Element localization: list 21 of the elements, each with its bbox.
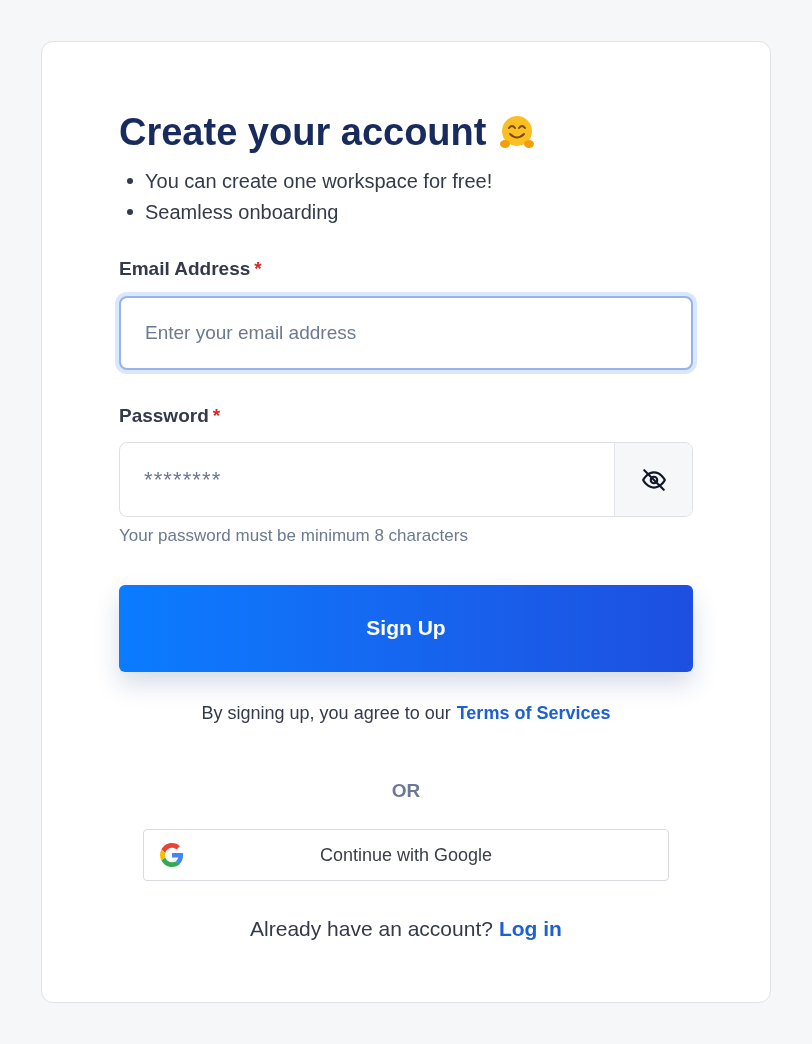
google-logo-icon: [160, 843, 184, 867]
login-prompt-text: Already have an account?: [250, 916, 493, 942]
bullet-text: You can create one workspace for free!: [145, 168, 493, 194]
field-hint: Your password must be minimum 8 characters: [119, 525, 469, 547]
google-sign-in-button[interactable]: Continue with Google: [143, 829, 669, 881]
required-asterisk: *: [254, 257, 262, 281]
email-field[interactable]: Enter your email address: [119, 295, 693, 370]
toggle-visibility-button[interactable]: [614, 443, 692, 516]
or-divider-text: OR: [391, 778, 421, 803]
field-label: Password: [119, 403, 209, 428]
page-title: Create your account: [119, 110, 487, 155]
password-field[interactable]: ********: [119, 442, 693, 517]
field-label: Email Address: [119, 257, 251, 281]
bullet-icon: [127, 177, 133, 184]
terms-text: By signing up, you agree to our: [201, 701, 451, 725]
required-asterisk: *: [212, 403, 221, 428]
bullet-icon: [127, 208, 133, 215]
sign-up-button[interactable]: Sign Up: [119, 584, 693, 672]
login-link[interactable]: Log in: [498, 913, 562, 945]
terms-link[interactable]: Terms of Services: [456, 699, 611, 727]
bullet-text: Seamless onboarding: [145, 199, 339, 225]
